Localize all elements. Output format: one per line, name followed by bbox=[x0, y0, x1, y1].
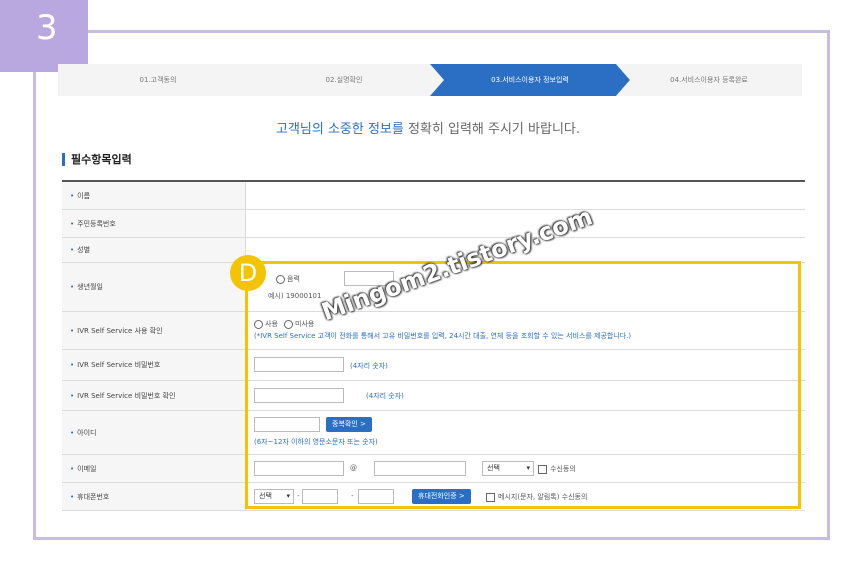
value-phone: 선택 ▾ - - 휴대전화인증 > 메시지(문자, 알림톡) 수신동의 bbox=[246, 483, 805, 510]
row-ivr-use: • IVR Self Service 사용 확인 사용 미사용 (*IVR Sel… bbox=[62, 312, 805, 350]
label-birth: • 생년월일 bbox=[62, 263, 246, 311]
ivr-use-radio[interactable]: 사용 bbox=[254, 319, 278, 329]
ivr-nouse-radio[interactable]: 미사용 bbox=[284, 319, 314, 329]
phone-prefix-select[interactable]: 선택 ▾ bbox=[254, 489, 294, 504]
row-name: • 이름 bbox=[62, 182, 805, 210]
ivr-pw-hint: (4자리 숫자) bbox=[350, 362, 388, 370]
label-phone: • 휴대폰번호 bbox=[62, 483, 246, 510]
phone-verify-button[interactable]: 휴대전화인증 > bbox=[412, 489, 471, 504]
headline-highlight: 고객님의 소중한 정보를 bbox=[275, 122, 404, 137]
row-ivr-pw: • IVR Self Service 비밀번호 (4자리 숫자) bbox=[62, 350, 805, 381]
value-ivr-pw-confirm: (4자리 숫자) bbox=[246, 381, 805, 410]
phone-mid-input[interactable] bbox=[302, 489, 338, 504]
label-ivr-pw: • IVR Self Service 비밀번호 bbox=[62, 350, 246, 380]
step-3-label: 03.서비스이용자 정보입력 bbox=[491, 76, 569, 84]
email-domain-input[interactable] bbox=[374, 461, 466, 476]
progress-steps: 01.고객동의 02.실명확인 03.서비스이용자 정보입력 04.서비스이용자… bbox=[58, 64, 802, 96]
value-email: @ 선택 ▾ 수신동의 bbox=[246, 455, 805, 482]
phone-dash-1: - bbox=[297, 492, 300, 500]
row-email: • 이메일 @ 선택 ▾ 수신동의 bbox=[62, 455, 805, 483]
duplicate-check-button[interactable]: 중복확인 > bbox=[326, 417, 372, 432]
step-3-active: 03.서비스이용자 정보입력 bbox=[430, 64, 630, 96]
page-headline: 고객님의 소중한 정보를 정확히 입력해 주시기 바랍니다. bbox=[0, 118, 856, 137]
phone-last-input[interactable] bbox=[358, 489, 394, 504]
required-form: • 이름 • 주민등록번호 • 성별 • 생년월일 음력 예시) 19000101 • I… bbox=[62, 180, 805, 511]
label-email: • 이메일 bbox=[62, 455, 246, 482]
phone-consent-checkbox[interactable]: 메시지(문자, 알림톡) 수신동의 bbox=[486, 492, 587, 502]
userid-input[interactable] bbox=[254, 417, 320, 432]
email-consent-checkbox[interactable]: 수신동의 bbox=[538, 464, 576, 474]
phone-dash-2: - bbox=[351, 492, 354, 500]
row-userid: • 아이디 중복확인 > (6자~12자 이하의 영문소문자 또는 숫자) bbox=[62, 411, 805, 455]
email-domain-select[interactable]: 선택 ▾ bbox=[482, 461, 534, 476]
step-4: 04.서비스이용자 등록완료 bbox=[616, 64, 802, 96]
email-id-input[interactable] bbox=[254, 461, 344, 476]
label-name: • 이름 bbox=[62, 182, 246, 209]
step-1-label: 01.고객동의 bbox=[139, 76, 177, 84]
row-phone: • 휴대폰번호 선택 ▾ - - 휴대전화인증 > 메시지(문자, 알림톡) 수신동… bbox=[62, 483, 805, 511]
label-rrn: • 주민등록번호 bbox=[62, 210, 246, 237]
row-ivr-pw-confirm: • IVR Self Service 비밀번호 확인 (4자리 숫자) bbox=[62, 381, 805, 411]
step-number-badge: 3 bbox=[0, 0, 88, 72]
step-1: 01.고객동의 bbox=[58, 64, 258, 96]
label-ivr-use: • IVR Self Service 사용 확인 bbox=[62, 312, 246, 349]
row-rrn: • 주민등록번호 bbox=[62, 210, 805, 238]
value-name bbox=[246, 182, 805, 209]
userid-hint: (6자~12자 이하의 영문소문자 또는 숫자) bbox=[254, 438, 378, 446]
birth-example: 예시) 19000101 bbox=[268, 292, 322, 300]
step-2-label: 02.실명확인 bbox=[325, 76, 363, 84]
step-4-label: 04.서비스이용자 등록완료 bbox=[670, 76, 748, 84]
value-ivr-pw: (4자리 숫자) bbox=[246, 350, 805, 380]
email-at-sign: @ bbox=[350, 464, 357, 472]
ivr-pw-confirm-hint: (4자리 숫자) bbox=[366, 392, 404, 400]
label-ivr-pw-confirm: • IVR Self Service 비밀번호 확인 bbox=[62, 381, 246, 410]
ivr-pw-input[interactable] bbox=[254, 357, 344, 372]
lunar-radio[interactable]: 음력 bbox=[276, 274, 300, 284]
value-userid: 중복확인 > (6자~12자 이하의 영문소문자 또는 숫자) bbox=[246, 411, 805, 454]
ivr-note: (*IVR Self Service 고객이 전화를 통해서 고유 비밀번호를 … bbox=[254, 332, 632, 340]
label-userid: • 아이디 bbox=[62, 411, 246, 454]
highlight-badge: D bbox=[230, 255, 266, 291]
section-title: 필수항목입력 bbox=[62, 153, 132, 166]
label-gender: • 성별 bbox=[62, 238, 246, 262]
ivr-pw-confirm-input[interactable] bbox=[254, 388, 344, 403]
step-2: 02.실명확인 bbox=[244, 64, 444, 96]
headline-rest: 정확히 입력해 주시기 바랍니다. bbox=[403, 122, 581, 137]
